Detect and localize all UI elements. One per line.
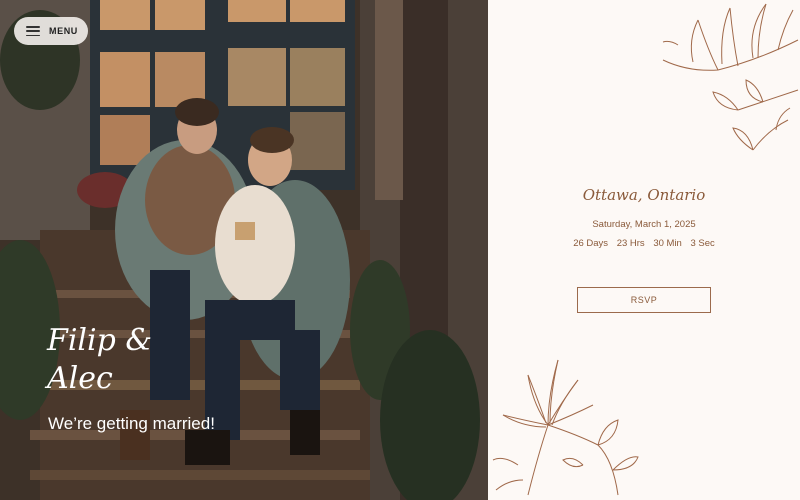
name-line-1: Filip & <box>47 323 153 358</box>
countdown-days: 26 Days <box>573 238 609 249</box>
menu-label: MENU <box>49 26 78 36</box>
countdown-hours: 23 Hrs <box>616 238 645 249</box>
name-line-2: Alec <box>47 361 113 396</box>
event-location: Ottawa, Ontario <box>582 186 706 204</box>
countdown-minutes: 30 Min <box>653 238 682 249</box>
countdown-seconds: 3 Sec <box>690 238 715 249</box>
couple-names: Filip & Alec <box>47 322 152 398</box>
botanical-top-illustration <box>662 3 799 151</box>
botanical-bottom-illustration <box>492 359 639 496</box>
tagline: We’re getting married! <box>48 414 215 433</box>
event-date: Saturday, March 1, 2025 <box>592 219 696 230</box>
menu-button[interactable]: MENU <box>14 17 88 45</box>
hero-photo: MENU Filip & Alec We’re getting married! <box>0 0 488 500</box>
event-panel: Ottawa, Ontario Saturday, March 1, 2025 … <box>488 0 800 500</box>
countdown-timer: 26 Days 23 Hrs 30 Min 3 Sec <box>488 238 800 249</box>
hamburger-icon <box>26 26 40 36</box>
rsvp-button[interactable]: RSVP <box>577 287 711 313</box>
